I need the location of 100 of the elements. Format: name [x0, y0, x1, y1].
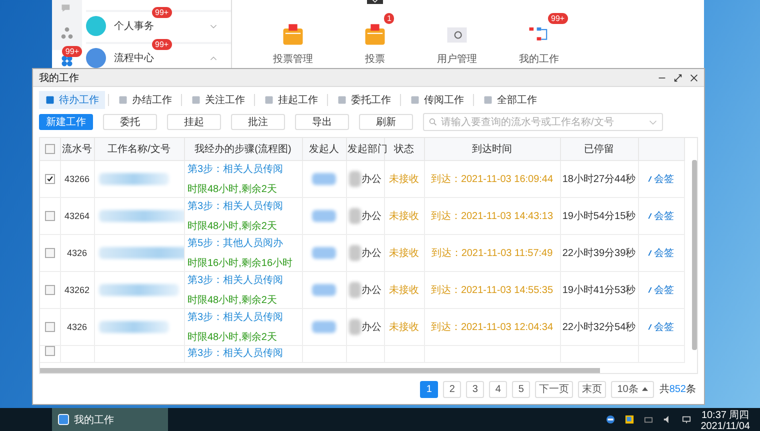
elapsed-time: 22小时32分54秒 [562, 322, 636, 333]
status-text: 未接收 [389, 285, 419, 296]
tab[interactable]: 关注工作 [185, 91, 251, 109]
deadline-text: 时限48小时,剩余2天 [188, 182, 278, 196]
row-checkbox[interactable] [44, 346, 55, 356]
expand-arrows-icon[interactable] [674, 74, 682, 82]
page-button[interactable]: 2 [443, 380, 462, 398]
column-header: 到达时间 [424, 138, 560, 160]
app-label[interactable]: 我的工作 [519, 52, 559, 66]
serial-number: 4326 [66, 248, 88, 258]
countersign-link[interactable]: 会签 [654, 172, 674, 186]
status-text: 未接收 [389, 248, 419, 259]
hierarchy-icon[interactable] [60, 26, 74, 40]
workflow-step-link[interactable]: 第3步：相关人员传阅 [188, 310, 301, 324]
row-checkbox[interactable] [44, 248, 55, 258]
row-checkbox[interactable] [44, 284, 55, 295]
search-icon [429, 118, 437, 126]
count-badge: 99+ [62, 46, 82, 57]
status-text: 未接收 [389, 322, 419, 333]
blurred-title-placeholder [98, 321, 168, 333]
workflow-step-link[interactable]: 第5步：其他人员阅办 [188, 236, 301, 250]
count-badge: 1 [384, 13, 394, 24]
blurred-dept-placeholder [348, 171, 360, 187]
blurred-name-placeholder [312, 247, 336, 259]
pencil-icon [648, 286, 652, 294]
page-button[interactable]: 3 [466, 380, 484, 398]
taskbar-app-button[interactable]: 我的工作 [52, 408, 168, 431]
elapsed-time: 19小时54分15秒 [562, 211, 636, 222]
toolbar-button[interactable]: 委托 [103, 114, 157, 130]
app-label[interactable]: 投票 [365, 52, 385, 66]
tab[interactable]: 委托工作 [331, 91, 397, 109]
tab[interactable]: 传阅工作 [404, 91, 470, 109]
clock[interactable]: 10:37 周四 2021/11/04 [700, 408, 750, 431]
blurred-name-placeholder [312, 173, 336, 185]
column-header: 工作名称/文号 [94, 138, 184, 160]
page-button[interactable]: 5 [512, 380, 530, 398]
close-icon[interactable] [690, 74, 698, 82]
countersign-link[interactable]: 会签 [654, 209, 674, 223]
department-text: 办公 [362, 210, 382, 223]
page-button[interactable]: 4 [489, 380, 508, 398]
elapsed-time: 18小时27分44秒 [562, 174, 636, 185]
count-badge: 99+ [548, 13, 568, 24]
app-icon [58, 414, 69, 425]
row-checkbox[interactable] [44, 210, 55, 221]
serial-number: 43262 [64, 284, 90, 294]
pencil-icon [648, 175, 652, 183]
arrival-time: 到达：2021-11-03 11:57:49 [431, 248, 553, 259]
deadline-text: 时限16小时,剩余16小时 [188, 256, 294, 270]
serial-number: 4326 [66, 322, 88, 332]
blurred-name-placeholder [312, 284, 336, 296]
blurred-name-placeholder [312, 210, 336, 222]
tab[interactable]: 待办工作 [39, 91, 105, 109]
picture-icon[interactable] [624, 415, 634, 424]
select-all-checkbox[interactable] [44, 144, 55, 154]
countersign-link[interactable]: 会签 [654, 283, 674, 297]
toolbar-button[interactable]: 导出 [295, 114, 349, 130]
window-title: 我的工作 [39, 72, 80, 84]
toolbar-button[interactable]: 新建工作 [39, 114, 93, 130]
toolbar-button[interactable]: 挂起 [167, 114, 221, 130]
page-button[interactable]: 1 [420, 380, 438, 398]
page-size-dropdown[interactable]: 10条 [611, 380, 654, 398]
pencil-icon [648, 323, 652, 331]
tab[interactable]: 办结工作 [112, 91, 178, 109]
menu-item[interactable]: 个人事务 99+ [86, 10, 231, 40]
menu-label: 流程中心 [114, 52, 154, 65]
menu-label: 个人事务 [114, 20, 154, 33]
serial-number: 43266 [64, 174, 90, 184]
workflow-step-link[interactable]: 第3步：相关人员传阅 [188, 346, 301, 360]
elapsed-time: 22小时39分39秒 [562, 248, 636, 259]
workflow-step-link[interactable]: 第3步：相关人员传阅 [188, 273, 301, 287]
clover-icon[interactable] [60, 54, 74, 68]
status-text: 未接收 [389, 211, 419, 222]
pencil-icon [648, 249, 652, 257]
tab[interactable]: 全部工作 [477, 91, 543, 109]
row-checkbox[interactable] [44, 322, 55, 332]
app-label[interactable]: 用户管理 [437, 52, 477, 66]
last-page-button[interactable]: 末页 [578, 380, 606, 398]
department-text: 办公 [362, 320, 382, 334]
tab[interactable]: 挂起工作 [258, 91, 324, 109]
horizontal-scrollbar[interactable] [40, 368, 600, 373]
vertical-scrollbar[interactable] [692, 160, 697, 350]
total-count: 共852条 [659, 382, 696, 396]
column-header: 发起人 [302, 138, 346, 160]
status-text: 未接收 [389, 174, 419, 185]
app-label[interactable]: 投票管理 [273, 52, 313, 66]
toolbar-button[interactable]: 刷新 [359, 114, 413, 130]
countersign-link[interactable]: 会签 [654, 246, 674, 260]
chevron-down-icon [649, 120, 657, 124]
person-icon [86, 16, 106, 36]
serial-number: 43264 [64, 210, 90, 220]
column-header: 流水号 [60, 138, 94, 160]
workflow-step-link[interactable]: 第3步：相关人员传阅 [188, 162, 301, 176]
workflow-step-link[interactable]: 第3步：相关人员传阅 [188, 199, 301, 213]
row-checkbox[interactable] [44, 174, 55, 184]
next-page-button[interactable]: 下一页 [535, 380, 574, 398]
countersign-link[interactable]: 会签 [654, 320, 674, 334]
elapsed-time: 19小时41分53秒 [562, 285, 636, 296]
deadline-text: 时限48小时,剩余2天 [188, 294, 278, 307]
person-icon [86, 48, 106, 68]
toolbar-button[interactable]: 批注 [231, 114, 285, 130]
